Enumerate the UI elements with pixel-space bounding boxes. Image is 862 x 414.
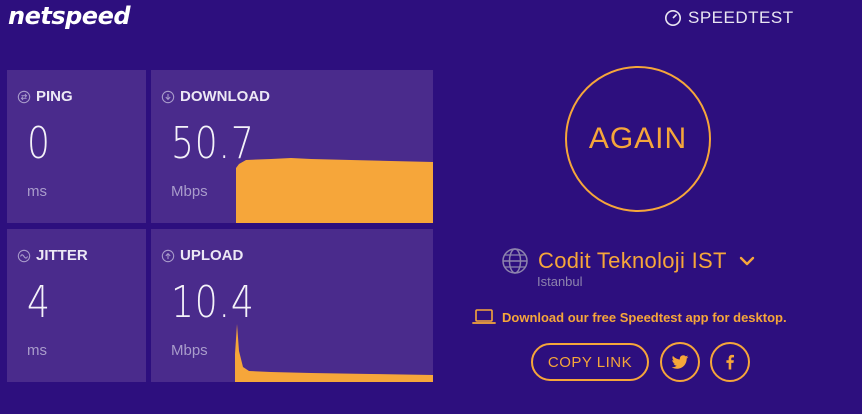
jitter-unit: ms	[27, 342, 47, 359]
ping-icon	[17, 90, 31, 103]
again-button[interactable]: AGAIN	[565, 66, 711, 212]
facebook-icon	[726, 354, 734, 370]
upload-label-text: UPLOAD	[180, 247, 244, 264]
globe-icon	[502, 248, 528, 274]
jitter-label: JITTER	[17, 247, 88, 264]
netspeed-logo: netspeed	[8, 2, 131, 30]
ping-value: 0	[27, 118, 51, 169]
server-name[interactable]: Codit Teknoloji IST	[538, 248, 727, 274]
download-label: DOWNLOAD	[161, 88, 270, 105]
facebook-share-button[interactable]	[710, 342, 750, 382]
jitter-panel: JITTER 4 ms	[7, 229, 146, 382]
chevron-down-icon[interactable]	[737, 251, 757, 271]
download-icon	[161, 90, 175, 103]
upload-unit: Mbps	[171, 342, 208, 359]
laptop-icon	[472, 309, 496, 324]
twitter-icon	[671, 355, 689, 369]
desktop-app-link[interactable]: Download our free Speedtest app for desk…	[472, 308, 787, 326]
twitter-share-button[interactable]	[660, 342, 700, 382]
download-unit: Mbps	[171, 183, 208, 200]
jitter-value: 4	[27, 277, 51, 328]
server-selector[interactable]: Codit Teknoloji IST	[500, 246, 757, 276]
speedtest-brand-text: SPEEDTEST	[688, 8, 794, 27]
jitter-icon	[17, 249, 31, 262]
ping-unit: ms	[27, 183, 47, 200]
ping-label: PING	[17, 88, 73, 105]
speedtest-brand: SPEEDTEST	[664, 8, 794, 28]
download-panel: DOWNLOAD 50.7 Mbps	[151, 70, 433, 223]
download-label-text: DOWNLOAD	[180, 88, 270, 105]
upload-value: 10.4	[171, 277, 255, 328]
copy-link-button[interactable]: COPY LINK	[531, 343, 649, 381]
jitter-label-text: JITTER	[36, 247, 88, 264]
ping-panel: PING 0 ms	[7, 70, 146, 223]
download-value: 50.7	[171, 118, 255, 169]
upload-panel: UPLOAD 10.4 Mbps	[151, 229, 433, 382]
gauge-icon	[664, 9, 682, 27]
ping-label-text: PING	[36, 88, 73, 105]
upload-icon	[161, 249, 175, 262]
upload-label: UPLOAD	[161, 247, 243, 264]
desktop-app-link-text[interactable]: Download our free Speedtest app for desk…	[502, 310, 787, 325]
server-location: Istanbul	[537, 274, 583, 289]
